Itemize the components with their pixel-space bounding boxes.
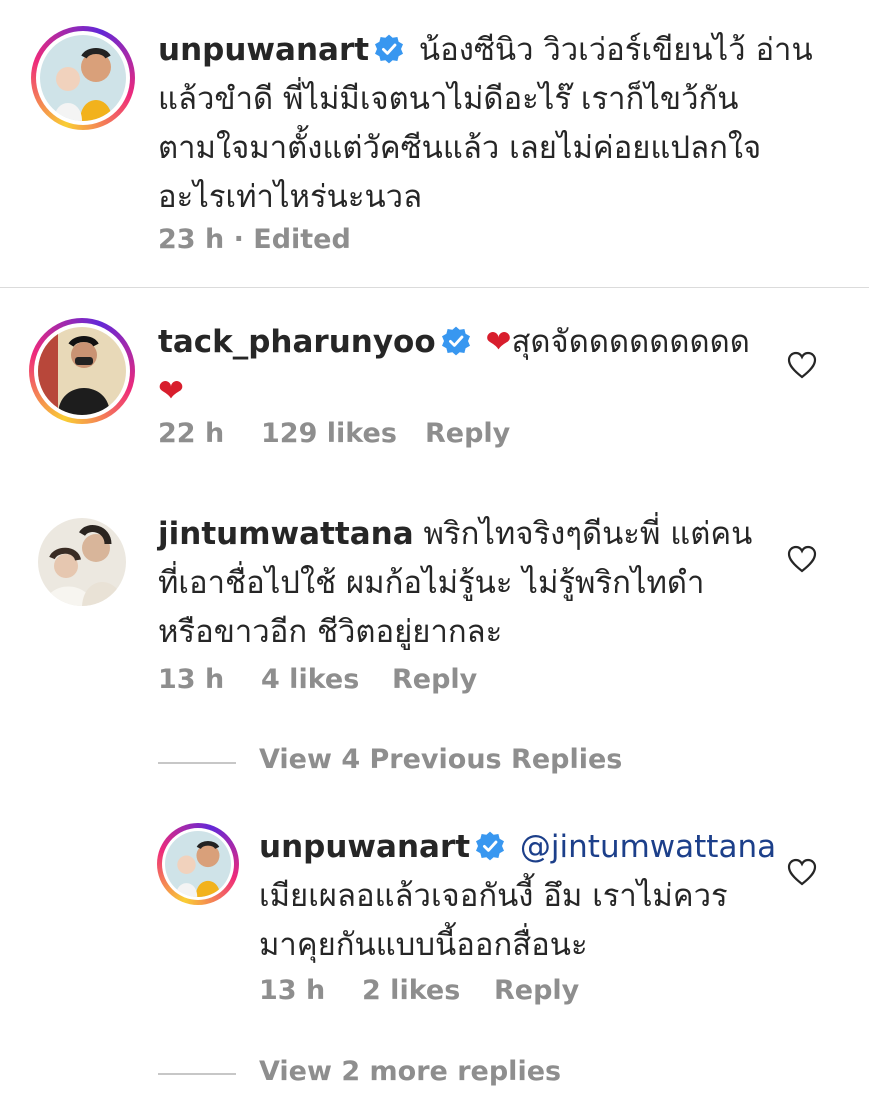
comment-text-line: อะไรเท่าไหร่นะนวล [158,179,423,215]
view-previous-replies-button[interactable]: View 4 Previous Replies [259,744,622,775]
timestamp: 23 h · Edited [158,224,351,255]
comment-text-line: มาคุยกันแบบนี้ออกสื่อนะ [259,927,588,963]
timestamp: 13 h [158,664,225,695]
thread-line [158,1073,236,1075]
timestamp: 22 h [158,418,225,449]
comment-body: unpuwanart @jintumwattana เมียเผลอแล้วเจ… [259,823,779,970]
comment-tack-pharunyoo: tack_pharunyoo ❤สุดจัดดดดดดดดด ❤ 22 h 12… [0,288,869,468]
likes-count[interactable]: 2 likes [362,975,460,1006]
comment-text-line: แล้วขำดี พี่ไม่มีเจตนาไม่ดีอะไร๊ เราก็ไข… [158,81,739,117]
avatar[interactable] [38,518,126,606]
username[interactable]: tack_pharunyoo [158,324,436,360]
username[interactable]: unpuwanart [158,32,369,68]
like-heart-icon[interactable] [787,545,817,573]
comment-body: jintumwattana พริกไทจริงๆดีนะพี่ แต่คน ท… [158,510,778,657]
avatar[interactable] [31,26,135,130]
like-heart-icon[interactable] [787,858,817,886]
mention-link[interactable]: @jintumwattana [520,829,776,865]
comment-body: tack_pharunyoo ❤สุดจัดดดดดดดดด ❤ [158,318,778,416]
avatar-photo-unpuwanart [40,35,126,121]
view-more-replies-button[interactable]: View 2 more replies [259,1056,561,1087]
avatar-photo-tack-pharunyoo [38,327,126,415]
comment-unpuwanart: unpuwanart น้องซีนิว วิวเว่อร์เขียนไว้ อ… [0,0,869,285]
likes-count[interactable]: 129 likes [261,418,397,449]
avatar[interactable] [29,318,135,424]
thread-line [158,762,236,764]
reply-button[interactable]: Reply [392,664,477,695]
comment-text-line: ที่เอาชื่อไปใช้ ผมก้อไม่รู้นะ ไม่รู้พริก… [158,565,705,601]
heart-emoji-icon: ❤ [485,324,512,360]
comment-text-line: ตามใจมาตั้งแต่วัคซีนแล้ว เลยไม่ค่อยแปลกใ… [158,130,762,166]
comment-jintumwattana: jintumwattana พริกไทจริงๆดีนะพี่ แต่คน ท… [0,508,869,708]
avatar-photo-unpuwanart [165,831,231,897]
reply-button[interactable]: Reply [494,975,579,1006]
heart-emoji-icon: ❤ [158,373,184,409]
comment-text-line: พริกไทจริงๆดีนะพี่ แต่คน [423,516,753,552]
username[interactable]: jintumwattana [158,516,414,552]
comment-text-line: หรือขาวอีก ชีวิตอยู่ยากละ [158,614,503,650]
username[interactable]: unpuwanart [259,829,470,865]
timestamp: 13 h [259,975,326,1006]
comment-text-line: สุดจัดดดดดดดดด [511,324,750,360]
reply-button[interactable]: Reply [425,418,510,449]
comment-body: unpuwanart น้องซีนิว วิวเว่อร์เขียนไว้ อ… [158,26,818,222]
like-heart-icon[interactable] [787,351,817,379]
likes-count[interactable]: 4 likes [261,664,359,695]
verified-badge-icon [375,34,404,64]
verified-badge-icon [441,326,470,356]
avatar[interactable] [157,823,239,905]
avatar-photo-jintumwattana [38,518,126,606]
verified-badge-icon [476,831,505,861]
reply-unpuwanart: unpuwanart @jintumwattana เมียเผลอแล้วเจ… [0,815,869,1015]
comment-text-line: น้องซีนิว วิวเว่อร์เขียนไว้ อ่าน [418,32,813,68]
comment-text-line: เมียเผลอแล้วเจอกันงี้ อึม เราไม่ควร [259,878,728,914]
